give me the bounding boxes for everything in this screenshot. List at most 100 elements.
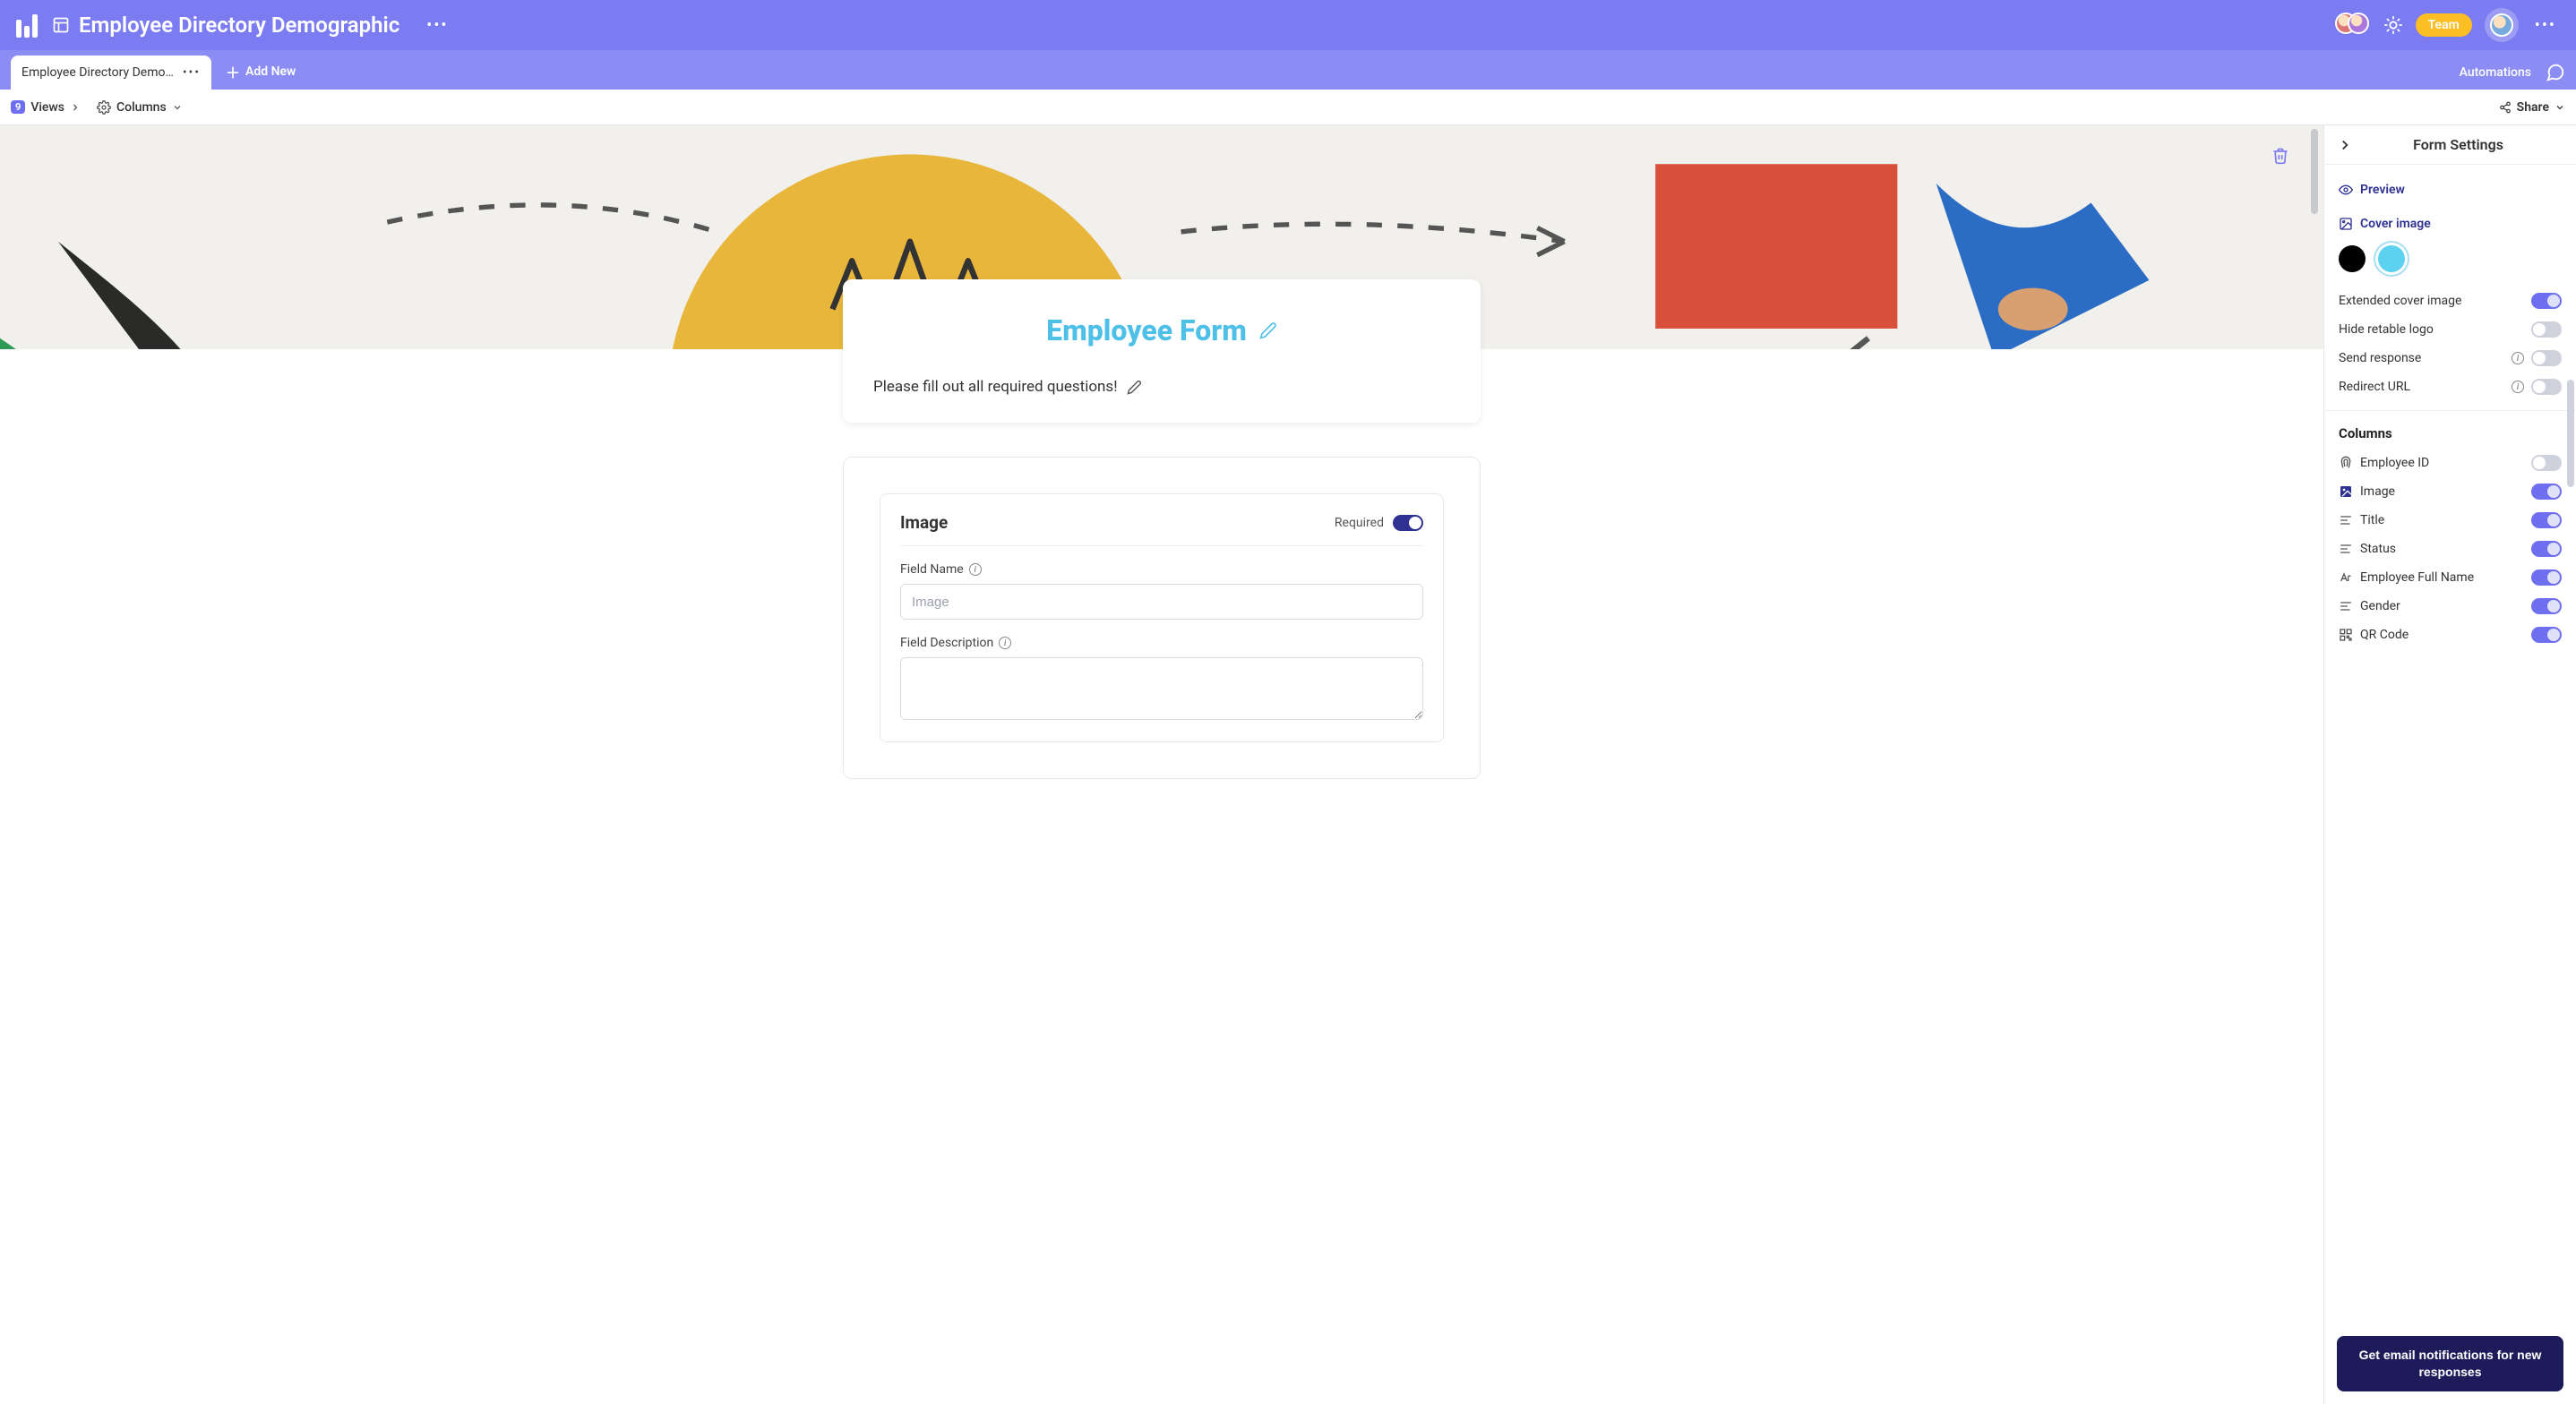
column-row: Title — [2339, 506, 2562, 535]
theme-toggle-icon[interactable] — [2383, 15, 2403, 35]
form-description: Please fill out all required questions! — [873, 378, 1118, 396]
add-tab-label: Add New — [245, 64, 296, 79]
column-row: Image — [2339, 477, 2562, 506]
text-left-icon — [2339, 513, 2353, 527]
collaborator-avatars[interactable] — [2335, 13, 2371, 38]
column-toggle[interactable] — [2531, 484, 2562, 500]
columns-dropdown[interactable]: Columns — [97, 100, 183, 115]
chevron-right-icon — [70, 102, 81, 113]
column-label: Status — [2360, 542, 2524, 556]
field-name-input[interactable] — [900, 584, 1423, 620]
column-row: Gender — [2339, 592, 2562, 621]
panel-title: Form Settings — [2353, 136, 2563, 153]
column-label: Image — [2360, 484, 2524, 499]
column-label: Employee Full Name — [2360, 570, 2524, 585]
tab-menu-button[interactable]: ••• — [183, 65, 201, 80]
app-header: Employee Directory Demographic ••• Team … — [0, 0, 2576, 50]
setting-row: Hide retable logo — [2339, 315, 2562, 344]
chevron-down-icon — [2555, 102, 2565, 113]
views-dropdown[interactable]: 9 Views — [11, 100, 81, 115]
image-icon — [2339, 484, 2353, 499]
form-title: Employee Form — [1046, 313, 1247, 347]
field-description-label: Field Description — [900, 636, 993, 650]
workspace: Employee Form Please fill out all requir… — [0, 125, 2576, 1404]
share-button[interactable]: Share — [2499, 100, 2565, 115]
required-toggle[interactable] — [1393, 515, 1423, 531]
app-menu-button[interactable]: ••• — [2531, 13, 2560, 39]
page-title: Employee Directory Demographic — [79, 13, 399, 38]
views-label: Views — [30, 100, 64, 115]
setting-row: Send responsei — [2339, 344, 2562, 372]
preview-link[interactable]: Preview — [2339, 177, 2562, 202]
column-toggle[interactable] — [2531, 569, 2562, 586]
tab-bar: Employee Directory Demo… ••• ＋ Add New A… — [0, 50, 2576, 90]
setting-label: Hide retable logo — [2339, 322, 2524, 337]
views-count-badge: 9 — [11, 100, 25, 114]
edit-description-icon[interactable] — [1127, 380, 1142, 395]
email-notifications-button[interactable]: Get email notifications for new response… — [2337, 1336, 2563, 1391]
column-row: Status — [2339, 535, 2562, 563]
layout-icon — [52, 16, 70, 34]
column-toggle[interactable] — [2531, 512, 2562, 528]
chevron-down-icon — [172, 102, 183, 113]
info-icon[interactable]: i — [969, 563, 982, 576]
color-swatches — [2339, 236, 2562, 287]
setting-label: Redirect URL — [2339, 380, 2504, 394]
info-icon[interactable]: i — [999, 637, 1011, 649]
column-label: Title — [2360, 513, 2524, 527]
column-label: Gender — [2360, 599, 2524, 613]
info-icon[interactable]: i — [2512, 381, 2524, 393]
form-canvas: Employee Form Please fill out all requir… — [0, 125, 2323, 1404]
column-label: Employee ID — [2360, 456, 2524, 470]
field-title: Image — [900, 512, 948, 533]
setting-toggle[interactable] — [2531, 321, 2562, 338]
form-settings-panel: Form Settings Preview Cover image Extend… — [2323, 125, 2576, 1404]
team-badge[interactable]: Team — [2416, 13, 2472, 37]
edit-title-icon[interactable] — [1259, 321, 1277, 339]
cover-image-link[interactable]: Cover image — [2339, 211, 2562, 236]
column-toggle[interactable] — [2531, 541, 2562, 557]
automations-link[interactable]: Automations — [2460, 65, 2531, 80]
canvas-scrollbar[interactable] — [2311, 129, 2320, 1400]
typography-icon — [2339, 570, 2353, 585]
page-menu-button[interactable]: ••• — [421, 13, 453, 39]
field-name-label: Field Name — [900, 562, 964, 577]
field-editor-card: Image Required Field Name i Field Descri… — [843, 457, 1481, 779]
view-toolbar: 9 Views Columns Share — [0, 90, 2576, 125]
setting-toggle[interactable] — [2531, 293, 2562, 309]
app-logo — [16, 13, 41, 38]
color-swatch-black[interactable] — [2339, 245, 2366, 272]
setting-toggle[interactable] — [2531, 350, 2562, 366]
tab-label: Employee Directory Demo… — [21, 65, 174, 80]
column-toggle[interactable] — [2531, 598, 2562, 614]
gear-icon — [97, 100, 111, 115]
column-label: QR Code — [2360, 628, 2524, 642]
setting-label: Extended cover image — [2339, 294, 2524, 308]
text-left-icon — [2339, 542, 2353, 556]
delete-cover-button[interactable] — [2264, 140, 2297, 172]
plus-icon: ＋ — [226, 61, 240, 82]
share-label: Share — [2517, 100, 2549, 115]
column-row: Employee ID — [2339, 449, 2562, 477]
field-description-input[interactable] — [900, 657, 1423, 720]
color-swatch-blue[interactable] — [2378, 245, 2405, 272]
column-toggle[interactable] — [2531, 455, 2562, 471]
column-toggle[interactable] — [2531, 627, 2562, 643]
collapse-panel-icon[interactable] — [2337, 137, 2353, 153]
setting-toggle[interactable] — [2531, 379, 2562, 395]
required-label: Required — [1335, 516, 1384, 530]
user-avatar[interactable] — [2485, 8, 2519, 42]
setting-row: Extended cover image — [2339, 287, 2562, 315]
image-icon — [2339, 217, 2353, 231]
form-header-card: Employee Form Please fill out all requir… — [843, 279, 1481, 423]
info-icon[interactable]: i — [2512, 352, 2524, 364]
setting-row: Redirect URL i — [2339, 372, 2562, 401]
share-icon — [2499, 101, 2512, 114]
columns-section-title: Columns — [2339, 422, 2562, 449]
qr-icon — [2339, 628, 2353, 642]
tab-active[interactable]: Employee Directory Demo… ••• — [11, 56, 211, 90]
sidebar-scrollbar[interactable] — [2567, 380, 2574, 487]
add-tab-button[interactable]: ＋ Add New — [226, 61, 296, 82]
eye-icon — [2339, 183, 2353, 197]
chat-icon[interactable] — [2546, 63, 2565, 82]
